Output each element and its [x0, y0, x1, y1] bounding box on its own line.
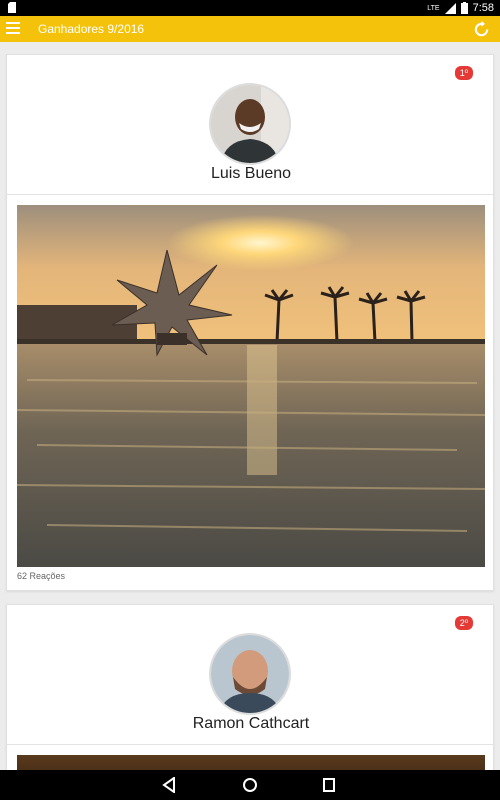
- rank-badge: 1º: [454, 66, 473, 80]
- clock: 7:58: [472, 2, 494, 14]
- battery-icon: [460, 2, 468, 14]
- menu-icon[interactable]: [6, 22, 20, 34]
- divider: [7, 744, 495, 745]
- avatar[interactable]: [209, 633, 291, 715]
- status-bar: LTE 7:58: [0, 0, 500, 16]
- system-navigation-bar: [0, 770, 500, 800]
- winner-card[interactable]: 2º Ramon Cathcart: [6, 604, 495, 770]
- page-title: Ganhadores 9/2016: [38, 22, 145, 36]
- avatar[interactable]: [209, 83, 291, 165]
- winner-card[interactable]: 1º Luis Bueno 62 Reações: [6, 54, 495, 591]
- winner-name: Luis Bueno: [210, 165, 292, 182]
- network-type: LTE: [427, 4, 440, 12]
- reactions-count: 62 Reações: [17, 571, 66, 581]
- winning-photo[interactable]: [17, 755, 485, 770]
- divider: [7, 194, 495, 195]
- winning-photo[interactable]: [17, 205, 485, 567]
- home-icon[interactable]: [242, 777, 258, 793]
- winner-name: Ramon Cathcart: [192, 715, 310, 732]
- lte-signal-icon: [444, 2, 456, 14]
- sim-icon: [8, 2, 16, 13]
- recents-icon[interactable]: [322, 777, 336, 793]
- winners-feed[interactable]: 1º Luis Bueno 62 Reações 2º Ramon Cathca…: [0, 42, 500, 770]
- back-icon[interactable]: [162, 777, 176, 793]
- app-bar: Ganhadores 9/2016: [0, 16, 500, 42]
- refresh-icon[interactable]: [473, 21, 490, 38]
- rank-badge: 2º: [454, 616, 473, 630]
